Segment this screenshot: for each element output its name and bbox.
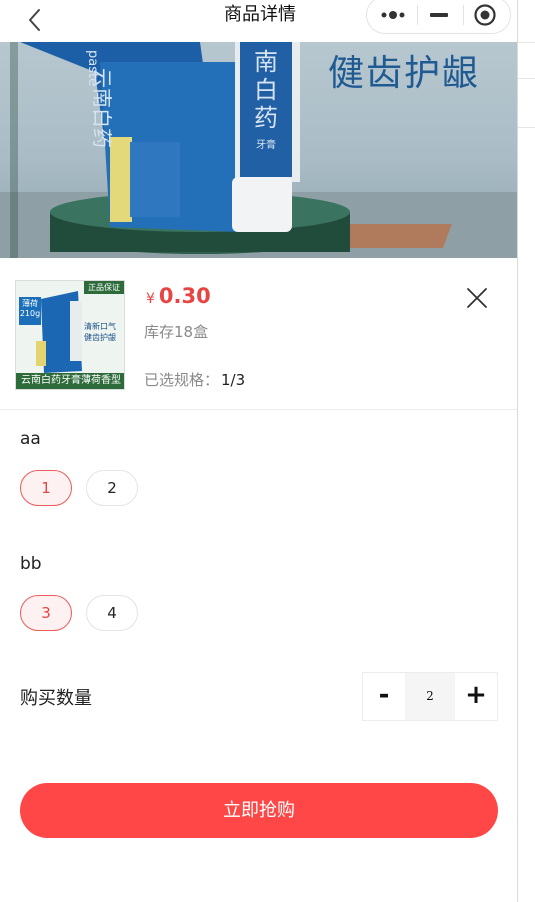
background-divider <box>517 42 535 43</box>
price: ¥0.30 <box>146 284 211 308</box>
minimize-button[interactable] <box>415 0 463 33</box>
buy-now-button[interactable]: 立即抢购 <box>20 783 498 838</box>
minus-icon <box>430 13 448 17</box>
selected-spec: 已选规格： 1/3 <box>144 369 245 390</box>
spec-option-selected[interactable]: 1 <box>20 470 72 506</box>
sku-selection-sheet: 正品保证 薄荷 210g 清新口气 健齿护龈 云南白药牙膏薄荷香型 ¥0.30 … <box>0 258 517 902</box>
close-program-button[interactable] <box>461 0 509 33</box>
stock-count: 库存18盒 <box>144 323 209 341</box>
spec-option-selected[interactable]: 3 <box>20 595 72 631</box>
thumbnail-promo-text: 清新口气 健齿护龈 <box>84 321 124 343</box>
product-sku-page: 商品详情 健齿护龈 南白药 牙膏 云南白药 paste 正品保证 薄荷 210g… <box>0 0 518 902</box>
increment-button[interactable]: + <box>455 673 497 720</box>
quantity-stepper: - 2 + <box>362 672 498 721</box>
banner-slogan: 健齿护龈 <box>328 53 481 94</box>
pack-en-text: paste <box>85 50 100 87</box>
thumbnail-promo-line: 健齿护龈 <box>84 333 116 342</box>
authentic-badge: 正品保证 <box>84 281 124 294</box>
product-banner-image: 健齿护龈 南白药 牙膏 云南白药 paste <box>0 42 517 258</box>
tube-sub-text: 牙膏 <box>256 140 276 151</box>
quantity-label: 购买数量 <box>20 688 92 709</box>
decrement-button[interactable]: - <box>363 673 405 720</box>
spec-option[interactable]: 4 <box>86 595 138 631</box>
background-divider <box>517 127 535 128</box>
close-sheet-button[interactable] <box>464 285 490 311</box>
tube-brand-text: 南白药 <box>254 48 278 132</box>
selected-spec-value: 1/3 <box>221 371 246 389</box>
selected-spec-label: 已选规格： <box>144 371 220 389</box>
spec-option[interactable]: 2 <box>86 470 138 506</box>
thumbnail-caption: 云南白药牙膏薄荷香型 <box>16 373 124 389</box>
target-circle-icon <box>474 4 496 26</box>
product-thumbnail: 正品保证 薄荷 210g 清新口气 健齿护龈 云南白药牙膏薄荷香型 <box>15 280 125 390</box>
thumbnail-promo-line: 清新口气 <box>84 322 116 331</box>
more-button[interactable] <box>369 0 417 33</box>
divider <box>0 409 517 410</box>
thumbnail-flavor-label: 薄荷 210g <box>19 297 41 325</box>
nav-bar: 商品详情 <box>0 0 517 42</box>
spec-group-title: bb <box>20 554 42 574</box>
mini-program-capsule <box>366 0 511 34</box>
quantity-input[interactable]: 2 <box>405 673 455 720</box>
currency-symbol: ¥ <box>146 291 155 307</box>
background-divider <box>517 78 535 79</box>
price-amount: 0.30 <box>158 284 211 308</box>
close-icon <box>467 288 487 308</box>
more-dots-icon <box>381 11 405 19</box>
spec-group-title: aa <box>20 429 41 449</box>
background-page-strip <box>517 0 535 902</box>
